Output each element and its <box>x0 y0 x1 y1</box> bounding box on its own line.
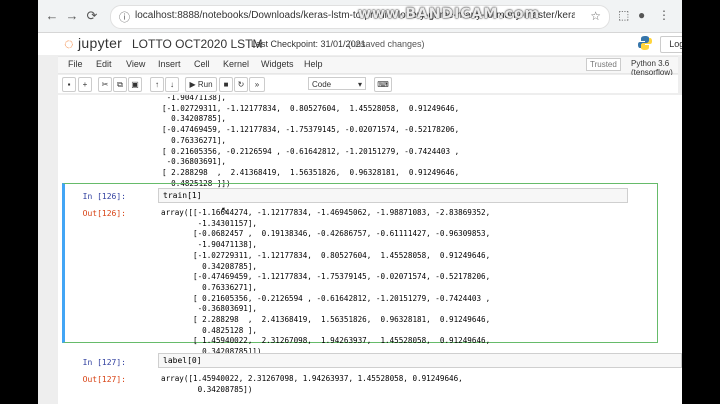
cell-type-value: Code <box>312 80 332 89</box>
code-input[interactable]: train[1] <box>158 188 628 203</box>
screen: ← → ⟳ ⓘ localhost:8888/notebooks/Downloa… <box>38 0 682 404</box>
recording-watermark: www.BANDICAM.com <box>358 6 541 22</box>
insert-cell-icon[interactable]: + <box>78 77 92 92</box>
paste-icon[interactable]: ▣ <box>128 77 142 92</box>
chevron-down-icon: ▾ <box>357 80 362 89</box>
menu-help[interactable]: Help <box>304 59 323 69</box>
jupyter-logo-icon[interactable]: ◌ <box>64 36 74 54</box>
letterbox-right <box>682 0 720 404</box>
notebook-container: -1.90471138], [-1.02729311, -1.12177834,… <box>58 95 682 404</box>
menu-bar: File Edit View Insert Cell Kernel Widget… <box>58 56 678 77</box>
reload-icon[interactable]: ⟳ <box>84 8 100 24</box>
bookmark-star-icon[interactable]: ☆ <box>590 9 601 23</box>
menu-insert[interactable]: Insert <box>158 59 181 69</box>
cell-output: array([1.45940022, 2.31267098, 1.9426393… <box>161 374 463 394</box>
python-logo-icon <box>638 36 652 50</box>
restart-icon[interactable]: ↻ <box>234 77 248 92</box>
copy-icon[interactable]: ⧉ <box>113 77 127 92</box>
cell-output: array([[-1.16644274, -1.12177834, -1.469… <box>161 208 491 357</box>
mouse-cursor-icon: ↖ <box>221 205 229 215</box>
command-palette-icon[interactable]: ⌨ <box>374 77 392 92</box>
menu-kernel[interactable]: Kernel <box>223 59 249 69</box>
autosave-status: (unsaved changes) <box>348 39 425 49</box>
menu-cell[interactable]: Cell <box>194 59 210 69</box>
letterbox-left <box>0 0 38 404</box>
menu-view[interactable]: View <box>126 59 145 69</box>
run-label: Run <box>197 80 213 89</box>
jupyter-header: ◌ jupyter LOTTO OCT2020 LSTM Last Checkp… <box>38 33 682 55</box>
interrupt-icon[interactable]: ■ <box>219 77 233 92</box>
notebook-toolbar: ▪ + ✂ ⧉ ▣ ↑ ↓ ▶ Run ■ ↻ » Code ▾ ⌨ <box>58 75 678 93</box>
input-prompt: In [127]: <box>82 358 126 367</box>
output-prompt: Out[127]: <box>82 375 126 384</box>
code-text: label[0] <box>163 356 202 365</box>
extension-icon[interactable]: ⬚ <box>618 8 629 22</box>
notebook-title[interactable]: LOTTO OCT2020 LSTM <box>132 37 262 51</box>
previous-cell-output: -1.90471138], [-1.02729311, -1.12177834,… <box>162 95 460 188</box>
logout-button[interactable]: Logout <box>660 36 682 53</box>
restart-run-all-icon[interactable]: » <box>249 77 265 92</box>
jupyter-logo-text[interactable]: jupyter <box>78 35 122 51</box>
save-icon[interactable]: ▪ <box>62 77 76 92</box>
move-up-icon[interactable]: ↑ <box>150 77 164 92</box>
cell-type-select[interactable]: Code ▾ <box>308 77 366 90</box>
info-icon[interactable]: ⓘ <box>119 9 130 25</box>
profile-icon[interactable]: ● <box>638 8 645 22</box>
input-prompt: In [126]: <box>82 192 126 201</box>
menu-widgets[interactable]: Widgets <box>261 59 294 69</box>
code-text: train[1] <box>163 191 202 200</box>
menu-dots-icon[interactable]: ⋮ <box>658 8 670 22</box>
run-button[interactable]: ▶ Run <box>185 77 217 92</box>
code-input[interactable]: label[0] <box>158 353 682 368</box>
move-down-icon[interactable]: ↓ <box>165 77 179 92</box>
trusted-indicator[interactable]: Trusted <box>586 58 621 71</box>
output-prompt: Out[126]: <box>82 209 126 218</box>
menu-file[interactable]: File <box>68 59 83 69</box>
cut-icon[interactable]: ✂ <box>98 77 112 92</box>
back-icon[interactable]: ← <box>44 8 60 24</box>
forward-icon[interactable]: → <box>64 8 80 24</box>
menu-edit[interactable]: Edit <box>96 59 112 69</box>
